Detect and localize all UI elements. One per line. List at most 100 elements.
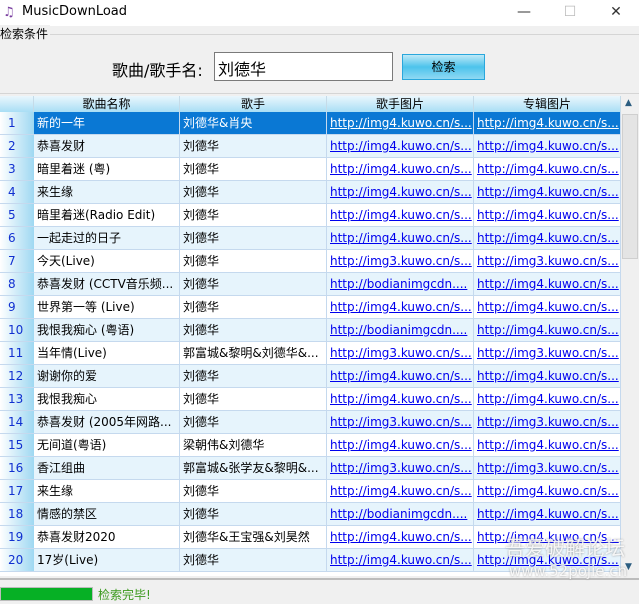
image-link[interactable]: http://img4.kuwo.cn/s... — [330, 484, 472, 498]
song-name-cell[interactable]: 暗里着迷 (粤) — [34, 158, 180, 180]
row-number[interactable]: 16 — [0, 457, 34, 479]
column-header-artist[interactable]: 歌手 — [180, 96, 327, 112]
minimize-button[interactable]: — — [504, 2, 544, 24]
search-button[interactable]: 检索 — [402, 54, 485, 80]
album-image-cell[interactable]: http://img4.kuwo.cn/s... — [474, 434, 621, 456]
table-row[interactable]: 18 情感的禁区 刘德华 http://bodianimgcdn.... http://… — [0, 503, 621, 526]
album-image-cell[interactable]: http://img3.kuwo.cn/s... — [474, 411, 621, 433]
singer-image-cell[interactable]: http://img4.kuwo.cn/s... — [327, 365, 474, 387]
image-link[interactable]: http://img4.kuwo.cn/s... — [330, 392, 472, 406]
image-link[interactable]: http://img4.kuwo.cn/s... — [477, 277, 619, 291]
image-link[interactable]: http://img3.kuwo.cn/s... — [330, 415, 472, 429]
row-number[interactable]: 13 — [0, 388, 34, 410]
table-row[interactable]: 9 世界第一等 (Live) 刘德华 http://img4.kuwo.cn/s...… — [0, 296, 621, 319]
song-name-cell[interactable]: 我恨我痴心 — [34, 388, 180, 410]
singer-image-cell[interactable]: http://bodianimgcdn.... — [327, 503, 474, 525]
artist-cell[interactable]: 刘德华&肖央 — [180, 112, 327, 134]
album-image-cell[interactable]: http://img4.kuwo.cn/s... — [474, 158, 621, 180]
image-link[interactable]: http://img4.kuwo.cn/s... — [330, 300, 472, 314]
image-link[interactable]: http://img4.kuwo.cn/s... — [477, 484, 619, 498]
column-header-singer-image[interactable]: 歌手图片 — [327, 96, 474, 112]
artist-cell[interactable]: 刘德华 — [180, 204, 327, 226]
column-header-song[interactable]: 歌曲名称 — [34, 96, 180, 112]
image-link[interactable]: http://img4.kuwo.cn/s... — [477, 185, 619, 199]
album-image-cell[interactable]: http://img3.kuwo.cn/s... — [474, 250, 621, 272]
song-name-cell[interactable]: 17岁(Live) — [34, 549, 180, 571]
row-number[interactable]: 20 — [0, 549, 34, 571]
image-link[interactable]: http://img4.kuwo.cn/s... — [330, 139, 472, 153]
song-name-cell[interactable]: 恭喜发财 (CCTV音乐频... — [34, 273, 180, 295]
image-link[interactable]: http://img3.kuwo.cn/s... — [330, 346, 472, 360]
singer-image-cell[interactable]: http://img4.kuwo.cn/s... — [327, 526, 474, 548]
row-number[interactable]: 5 — [0, 204, 34, 226]
song-name-cell[interactable]: 今天(Live) — [34, 250, 180, 272]
table-row[interactable]: 1 新的一年 刘德华&肖央 http://img4.kuwo.cn/s... http:… — [0, 112, 621, 135]
artist-cell[interactable]: 刘德华 — [180, 365, 327, 387]
singer-image-cell[interactable]: http://img3.kuwo.cn/s... — [327, 457, 474, 479]
table-row[interactable]: 12 谢谢你的爱 刘德华 http://img4.kuwo.cn/s... http:/… — [0, 365, 621, 388]
album-image-cell[interactable]: http://img4.kuwo.cn/s... — [474, 204, 621, 226]
table-row[interactable]: 14 恭喜发财 (2005年网路... 刘德华 http://img3.kuwo.cn… — [0, 411, 621, 434]
singer-image-cell[interactable]: http://img4.kuwo.cn/s... — [327, 480, 474, 502]
artist-cell[interactable]: 刘德华 — [180, 549, 327, 571]
album-image-cell[interactable]: http://img4.kuwo.cn/s... — [474, 319, 621, 341]
table-row[interactable]: 11 当年情(Live) 郭富城&黎明&刘德华&... http://img3.kuw… — [0, 342, 621, 365]
song-name-cell[interactable]: 世界第一等 (Live) — [34, 296, 180, 318]
table-row[interactable]: 5 暗里着迷(Radio Edit) 刘德华 http://img4.kuwo.cn/… — [0, 204, 621, 227]
song-name-cell[interactable]: 恭喜发财 — [34, 135, 180, 157]
singer-image-cell[interactable]: http://img3.kuwo.cn/s... — [327, 411, 474, 433]
table-row[interactable]: 17 来生缘 刘德华 http://img4.kuwo.cn/s... http://i… — [0, 480, 621, 503]
vertical-scrollbar[interactable]: ▲ ▼ — [621, 96, 639, 576]
artist-cell[interactable]: 刘德华 — [180, 319, 327, 341]
artist-cell[interactable]: 刘德华 — [180, 181, 327, 203]
table-row[interactable]: 2 恭喜发财 刘德华 http://img4.kuwo.cn/s... http://i… — [0, 135, 621, 158]
table-row[interactable]: 13 我恨我痴心 刘德华 http://img4.kuwo.cn/s... http:/… — [0, 388, 621, 411]
artist-cell[interactable]: 刘德华 — [180, 296, 327, 318]
song-name-cell[interactable]: 恭喜发财2020 — [34, 526, 180, 548]
artist-cell[interactable]: 刘德华 — [180, 411, 327, 433]
image-link[interactable]: http://img4.kuwo.cn/s... — [477, 507, 619, 521]
image-link[interactable]: http://img3.kuwo.cn/s... — [477, 254, 619, 268]
singer-image-cell[interactable]: http://img4.kuwo.cn/s... — [327, 135, 474, 157]
song-name-cell[interactable]: 恭喜发财 (2005年网路... — [34, 411, 180, 433]
scrollbar-thumb[interactable] — [622, 114, 638, 259]
singer-image-cell[interactable]: http://img4.kuwo.cn/s... — [327, 549, 474, 571]
singer-image-cell[interactable]: http://img4.kuwo.cn/s... — [327, 296, 474, 318]
song-name-cell[interactable]: 情感的禁区 — [34, 503, 180, 525]
image-link[interactable]: http://img4.kuwo.cn/s... — [477, 139, 619, 153]
row-number[interactable]: 7 — [0, 250, 34, 272]
image-link[interactable]: http://img4.kuwo.cn/s... — [330, 369, 472, 383]
row-number[interactable]: 4 — [0, 181, 34, 203]
album-image-cell[interactable]: http://img4.kuwo.cn/s... — [474, 227, 621, 249]
artist-cell[interactable]: 刘德华 — [180, 250, 327, 272]
search-input[interactable]: 刘德华 — [214, 52, 393, 81]
close-button[interactable]: ✕ — [596, 2, 636, 24]
table-row[interactable]: 8 恭喜发财 (CCTV音乐频... 刘德华 http://bodianimgcdn.… — [0, 273, 621, 296]
row-number[interactable]: 18 — [0, 503, 34, 525]
image-link[interactable]: http://img4.kuwo.cn/s... — [477, 300, 619, 314]
singer-image-cell[interactable]: http://bodianimgcdn.... — [327, 319, 474, 341]
row-number[interactable]: 12 — [0, 365, 34, 387]
image-link[interactable]: http://img3.kuwo.cn/s... — [330, 461, 472, 475]
album-image-cell[interactable]: http://img4.kuwo.cn/s... — [474, 480, 621, 502]
image-link[interactable]: http://img4.kuwo.cn/s... — [477, 323, 619, 337]
maximize-button[interactable]: ☐ — [550, 2, 590, 24]
row-number[interactable]: 6 — [0, 227, 34, 249]
image-link[interactable]: http://img4.kuwo.cn/s... — [330, 116, 472, 130]
image-link[interactable]: http://img4.kuwo.cn/s... — [330, 162, 472, 176]
image-link[interactable]: http://img4.kuwo.cn/s... — [330, 553, 472, 567]
song-name-cell[interactable]: 无间道(粤语) — [34, 434, 180, 456]
table-row[interactable]: 15 无间道(粤语) 梁朝伟&刘德华 http://img4.kuwo.cn/s...… — [0, 434, 621, 457]
album-image-cell[interactable]: http://img4.kuwo.cn/s... — [474, 181, 621, 203]
image-link[interactable]: http://img4.kuwo.cn/s... — [330, 185, 472, 199]
row-number[interactable]: 15 — [0, 434, 34, 456]
artist-cell[interactable]: 刘德华 — [180, 273, 327, 295]
singer-image-cell[interactable]: http://img4.kuwo.cn/s... — [327, 227, 474, 249]
row-number[interactable]: 19 — [0, 526, 34, 548]
image-link[interactable]: http://img4.kuwo.cn/s... — [477, 392, 619, 406]
song-name-cell[interactable]: 一起走过的日子 — [34, 227, 180, 249]
row-number[interactable]: 10 — [0, 319, 34, 341]
row-number[interactable]: 3 — [0, 158, 34, 180]
row-number[interactable]: 9 — [0, 296, 34, 318]
album-image-cell[interactable]: http://img4.kuwo.cn/s... — [474, 388, 621, 410]
